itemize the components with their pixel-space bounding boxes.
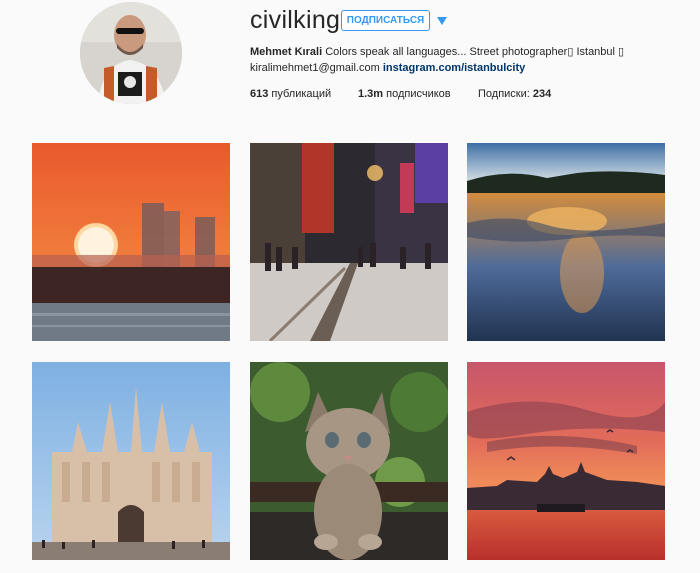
following-label: Подписки: [478, 88, 533, 100]
posts-count: 613 [250, 88, 269, 100]
profile-website-link[interactable]: instagram.com/istanbulcity [383, 62, 525, 74]
caret-down-icon[interactable] [436, 14, 448, 26]
profile-contact: kiralimehmet1@gmail.com instagram.com/is… [250, 62, 525, 74]
post-thumbnail-snowy-street[interactable] [250, 143, 448, 341]
profile-header: civilking ПОДПИСАТЬСЯ Mehmet Kırali Colo… [0, 0, 700, 120]
profile-email: kiralimehmet1@gmail.com [250, 62, 380, 74]
profile-full-name: Mehmet Kırali [250, 46, 323, 58]
profile-username: civilking [250, 6, 341, 34]
follow-button[interactable]: ПОДПИСАТЬСЯ [341, 10, 430, 31]
followers-count: 1.3m [358, 88, 384, 100]
followers-stat[interactable]: 1.3m подписчиков [358, 88, 451, 100]
post-thumbnail-lake-sunset[interactable] [467, 143, 665, 341]
posts-stat[interactable]: 613 публикаций [250, 88, 331, 100]
profile-bio-text: Colors speak all languages... Street pho… [322, 46, 625, 58]
post-thumbnail-istanbul-sunset[interactable] [467, 362, 665, 560]
posts-label: публикаций [268, 88, 332, 100]
post-thumbnail-kitten[interactable] [250, 362, 448, 560]
profile-bio: Mehmet Kırali Colors speak all languages… [250, 45, 624, 58]
post-thumbnail-sunset-city[interactable] [32, 143, 230, 341]
profile-avatar[interactable] [80, 2, 182, 104]
following-count: 234 [532, 88, 552, 100]
followers-label: подписчиков [383, 88, 451, 100]
following-stat[interactable]: Подписки: 234 [478, 88, 551, 100]
post-thumbnail-cathedral[interactable] [32, 362, 230, 560]
